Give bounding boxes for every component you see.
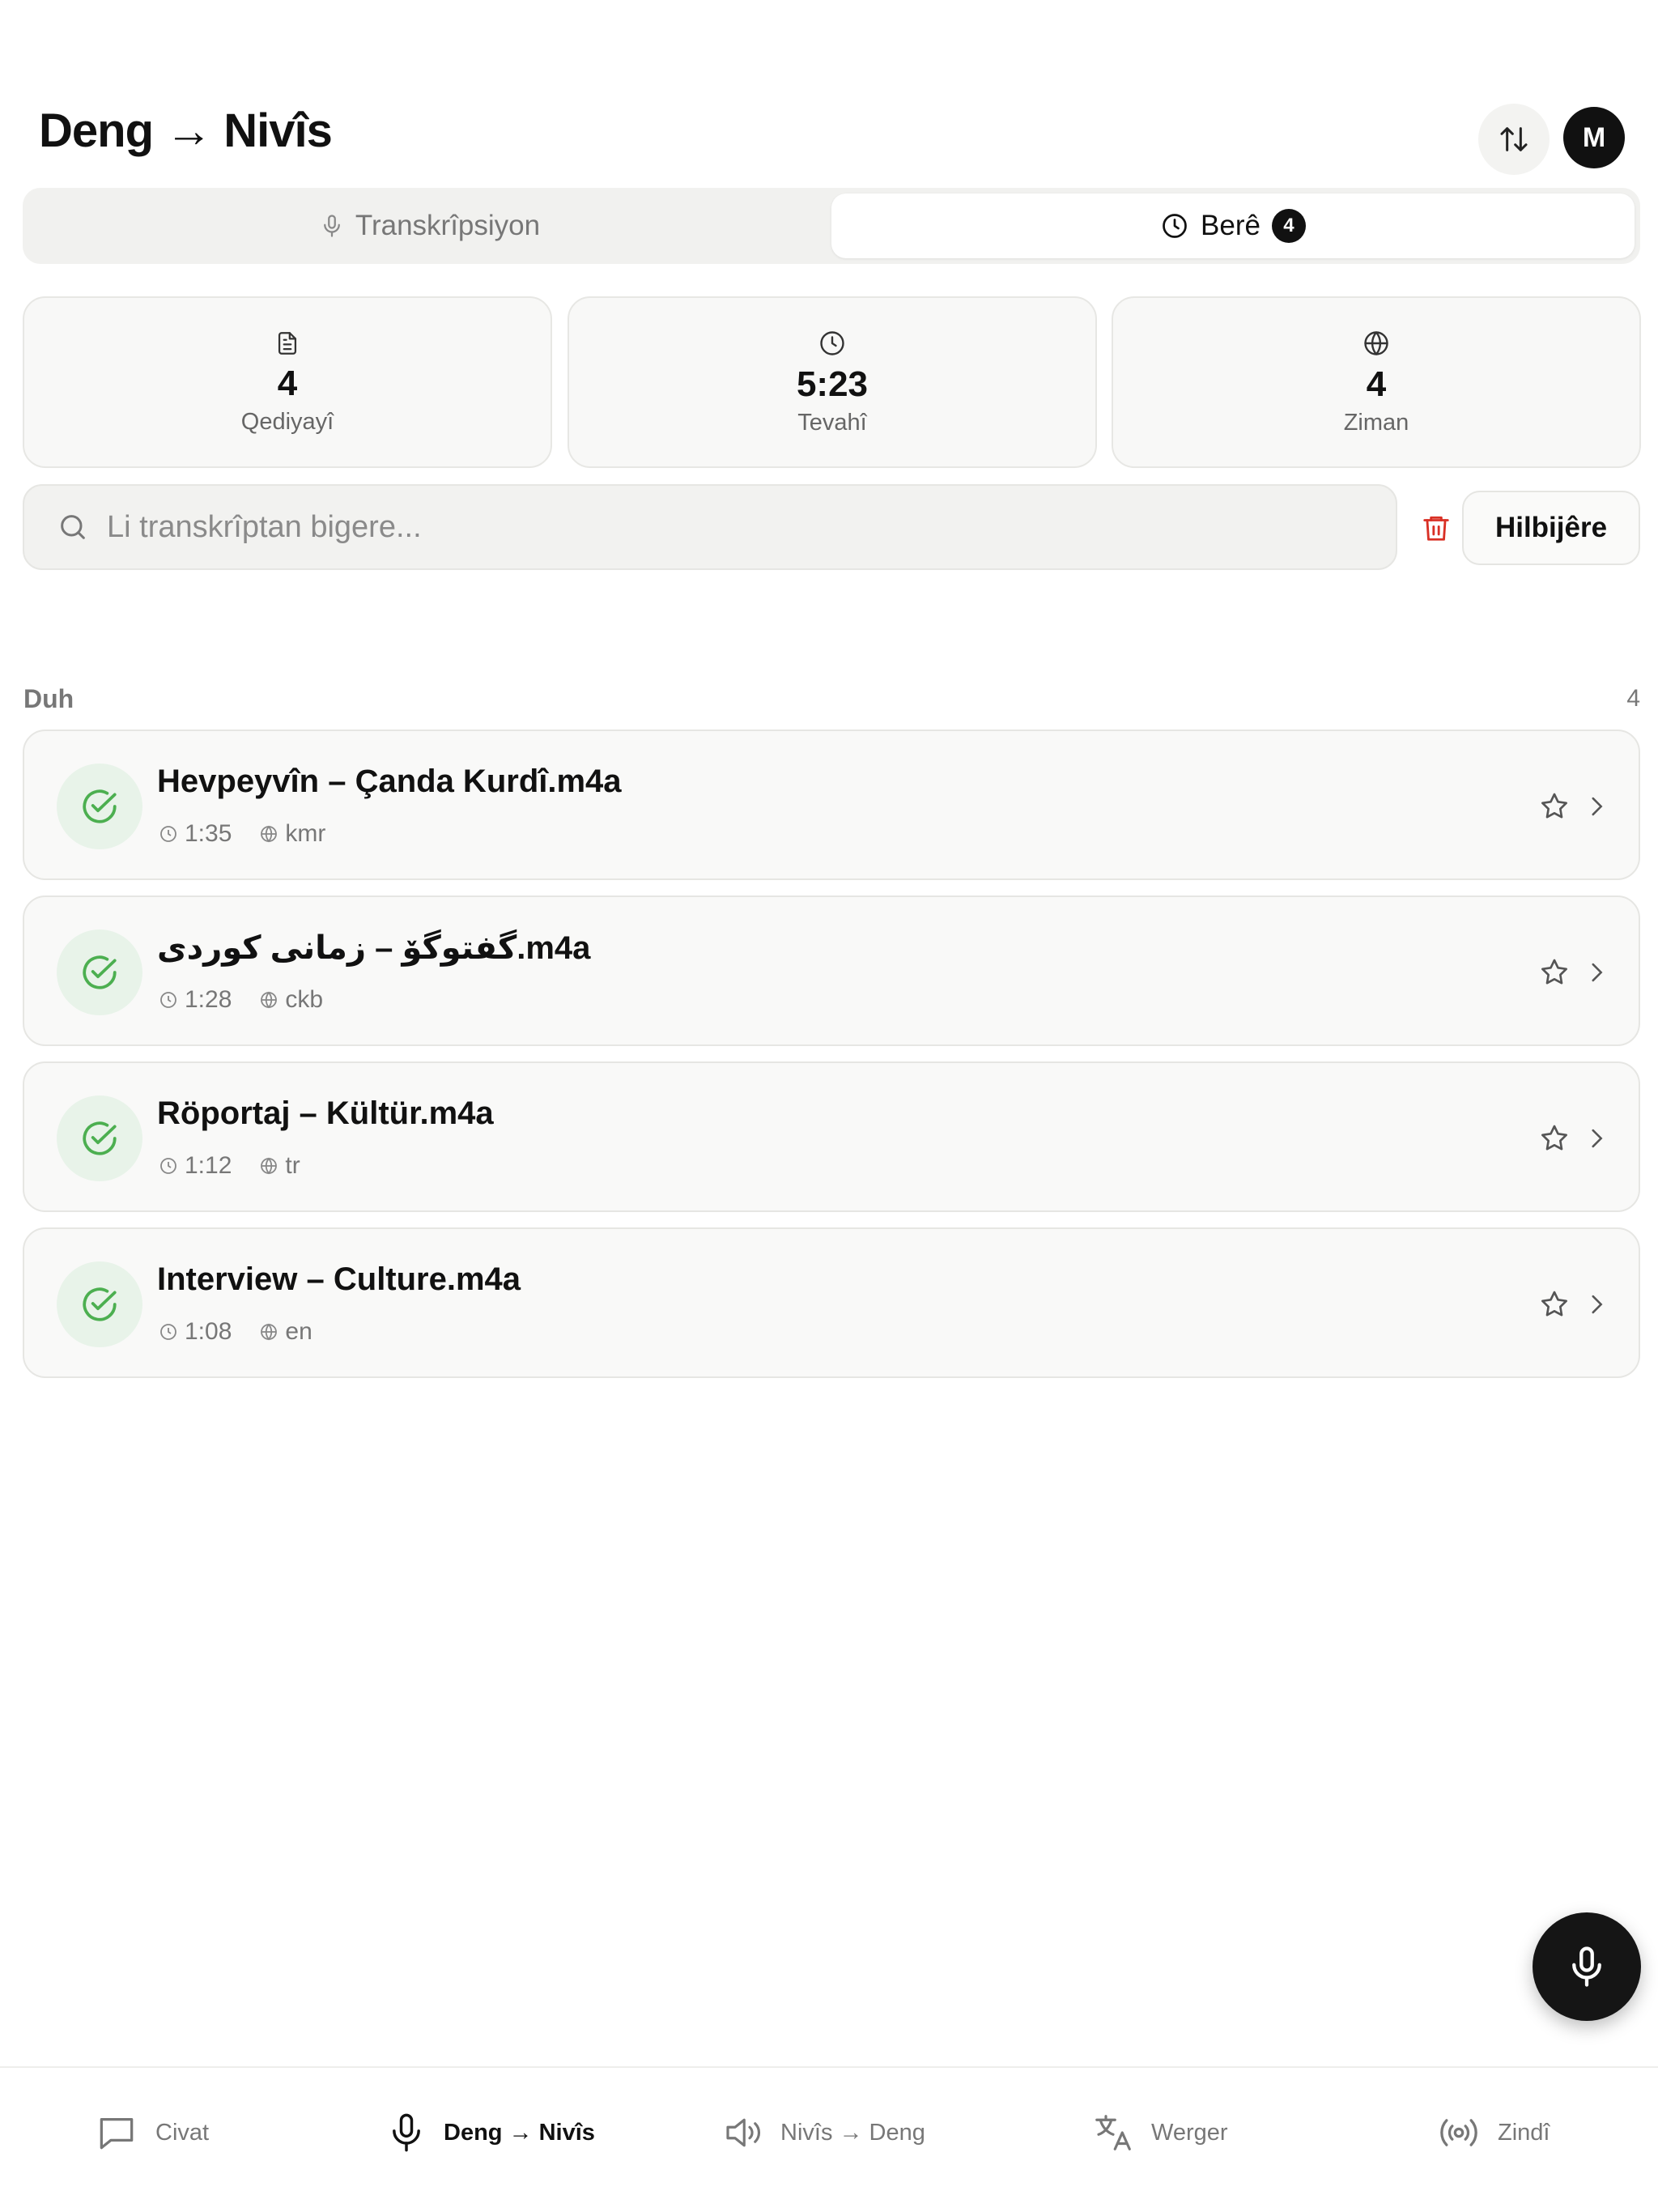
globe-icon	[259, 1322, 278, 1342]
star-icon[interactable]	[1538, 790, 1571, 823]
globe-icon	[259, 990, 278, 1010]
search-bar	[23, 484, 1397, 570]
stat-label: Qediyayî	[240, 408, 334, 435]
list-item[interactable]: Interview – Culture.m4a 1:08 en	[23, 1227, 1640, 1378]
check-circle-icon	[79, 786, 120, 827]
nav-label: Zindî	[1498, 2119, 1550, 2146]
star-icon[interactable]	[1538, 1288, 1571, 1321]
item-title: Röportaj – Kültür.m4a	[157, 1095, 494, 1131]
sort-button[interactable]	[1478, 104, 1550, 175]
search-input[interactable]	[107, 509, 1321, 545]
microphone-icon	[1565, 1945, 1609, 1989]
tab-label: Berê	[1201, 210, 1261, 241]
stat-label: Tevahî	[797, 409, 867, 436]
clock-icon	[1160, 211, 1189, 240]
select-button[interactable]: Hilbijêre	[1462, 491, 1640, 565]
bottom-nav: Civat Deng → Nivîs Nivîs → Deng Werger Z…	[0, 2066, 1658, 2212]
status-indicator	[57, 929, 142, 1015]
nav-label: Nivîs → Deng	[780, 2119, 925, 2146]
nav-label: Werger	[1151, 2119, 1228, 2146]
check-circle-icon	[79, 1284, 120, 1325]
list-item[interactable]: Röportaj – Kültür.m4a 1:12 tr	[23, 1061, 1640, 1212]
speaker-icon	[721, 2111, 764, 2155]
clock-icon	[159, 1156, 178, 1176]
item-title: گفتوگۆ – زمانی کوردی.m4a	[157, 930, 591, 966]
item-title: Hevpeyvîn – Çanda Kurdî.m4a	[157, 764, 622, 799]
item-language: kmr	[285, 820, 326, 847]
item-title: Interview – Culture.m4a	[157, 1261, 521, 1297]
globe-icon	[1362, 329, 1391, 358]
stat-value: 4	[277, 363, 298, 403]
delete-button[interactable]	[1410, 502, 1462, 554]
list-item[interactable]: گفتوگۆ – زمانی کوردی.m4a 1:28 ckb	[23, 895, 1640, 1046]
stat-card-total: 5:23 Tevahî	[568, 296, 1097, 468]
clock-icon	[159, 824, 178, 844]
star-icon[interactable]	[1538, 956, 1571, 989]
clock-icon	[818, 329, 847, 358]
record-button[interactable]	[1533, 1912, 1641, 2021]
item-meta: 1:28 ckb	[159, 986, 323, 1014]
nav-item-speech-to-text[interactable]: Deng → Nivîs	[385, 2108, 595, 2157]
stat-card-languages: 4 Ziman	[1112, 296, 1641, 468]
broadcast-icon	[1436, 2110, 1482, 2155]
globe-icon	[259, 824, 278, 844]
segmented-tabs: Transkrîpsiyon Berê 4	[23, 188, 1640, 264]
tab-label: Transkrîpsiyon	[355, 210, 541, 241]
chevron-right-icon	[1583, 793, 1610, 820]
document-icon	[274, 330, 301, 357]
item-duration: 1:08	[185, 1318, 232, 1345]
item-meta: 1:08 en	[159, 1318, 312, 1346]
item-duration: 1:28	[185, 986, 232, 1013]
tab-transcription[interactable]: Transkrîpsiyon	[28, 194, 831, 258]
item-language: tr	[285, 1152, 300, 1179]
globe-icon	[259, 1156, 278, 1176]
item-language: en	[285, 1318, 312, 1345]
chevron-right-icon	[1583, 1125, 1610, 1152]
item-duration: 1:12	[185, 1152, 232, 1179]
avatar[interactable]: M	[1563, 107, 1625, 168]
item-meta: 1:35 kmr	[159, 820, 325, 848]
microphone-icon	[385, 2112, 427, 2154]
microphone-icon	[320, 214, 344, 238]
star-icon[interactable]	[1538, 1122, 1571, 1155]
check-circle-icon	[79, 1118, 120, 1159]
nav-item-text-to-speech[interactable]: Nivîs → Deng	[721, 2108, 925, 2157]
nav-item-translate[interactable]: Werger	[1091, 2108, 1228, 2157]
sort-arrows-icon	[1498, 123, 1530, 155]
stat-value: 5:23	[796, 364, 869, 404]
nav-label: Deng → Nivîs	[444, 2119, 595, 2146]
check-circle-icon	[79, 952, 120, 993]
status-indicator	[57, 1095, 142, 1181]
count-badge: 4	[1271, 209, 1306, 243]
item-meta: 1:12 tr	[159, 1152, 300, 1180]
clock-icon	[159, 990, 178, 1010]
item-duration: 1:35	[185, 820, 232, 847]
search-icon	[57, 511, 89, 543]
tab-history[interactable]: Berê 4	[831, 194, 1635, 258]
chat-bubble-icon	[94, 2110, 139, 2155]
trash-icon	[1421, 511, 1452, 545]
stat-label: Ziman	[1343, 409, 1409, 436]
section-title: Duh	[23, 684, 74, 713]
stat-value: 4	[1366, 364, 1387, 404]
page-title: Deng → Nivîs	[39, 104, 333, 157]
header: Deng → Nivîs M	[0, 0, 1658, 186]
stat-card-completed: 4 Qediyayî	[23, 296, 552, 468]
transcript-list: Hevpeyvîn – Çanda Kurdî.m4a 1:35 kmr گفت…	[23, 730, 1640, 1393]
clock-icon	[159, 1322, 178, 1342]
section-count: 4	[1626, 685, 1640, 712]
item-language: ckb	[285, 986, 324, 1013]
chevron-right-icon	[1583, 959, 1610, 986]
list-item[interactable]: Hevpeyvîn – Çanda Kurdî.m4a 1:35 kmr	[23, 730, 1640, 880]
nav-item-live[interactable]: Zindî	[1436, 2108, 1550, 2157]
status-indicator	[57, 764, 142, 849]
nav-item-community[interactable]: Civat	[94, 2108, 209, 2157]
nav-label: Civat	[155, 2119, 210, 2146]
status-indicator	[57, 1261, 142, 1347]
chevron-right-icon	[1583, 1291, 1610, 1318]
translate-icon	[1091, 2111, 1135, 2155]
